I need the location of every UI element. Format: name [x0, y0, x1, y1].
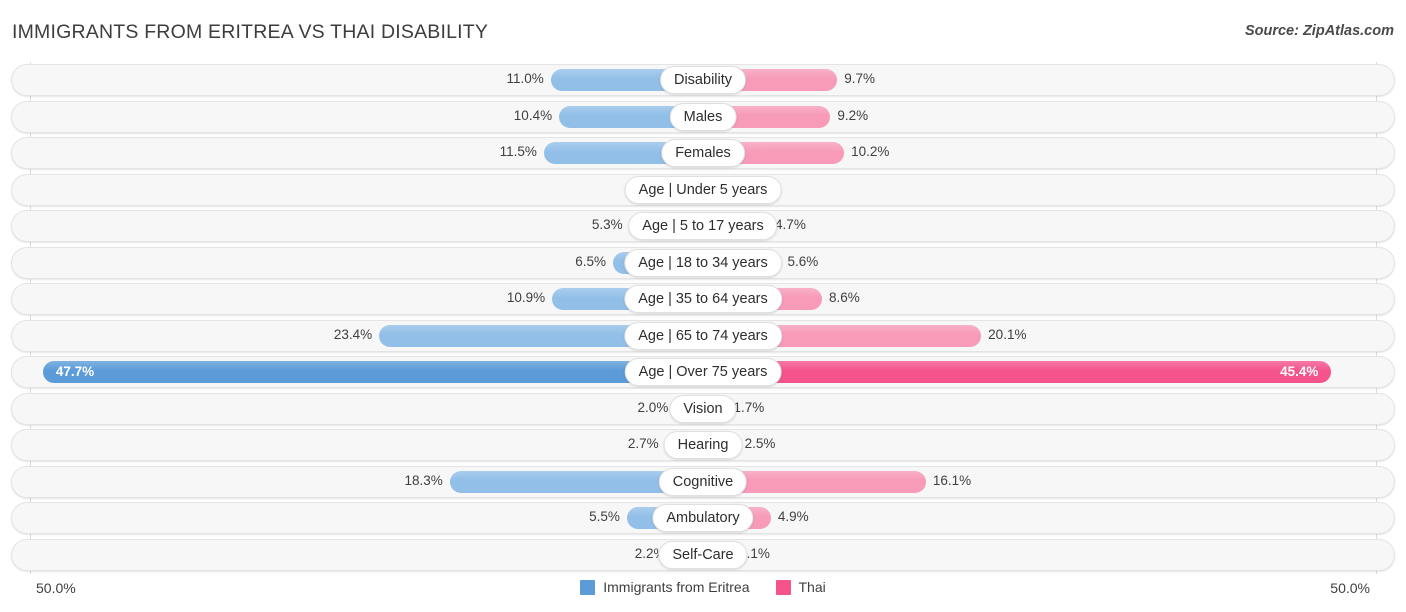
value-label-left: 47.7% [55, 364, 95, 379]
chart-row: 2.0% 1.7% Vision [0, 391, 1406, 427]
category-label-pill: Ambulatory [652, 504, 754, 532]
category-label-pill: Males [669, 102, 737, 131]
value-label-right: 16.1% [932, 472, 972, 488]
value-label-right: 20.1% [988, 326, 1027, 342]
bar-sheen [703, 361, 1332, 371]
value-label-left: 23.4% [333, 326, 373, 342]
value-label-left: 10.4% [513, 107, 553, 123]
value-label-left: 11.0% [506, 71, 544, 86]
value-label-right: 8.6% [829, 290, 860, 305]
chart-footer: 50.0% 50.0% Immigrants from Eritrea Thai [0, 574, 1406, 612]
chart-row: 2.2% 2.1% Self-Care [0, 537, 1406, 573]
value-label-left: 10.9% [506, 290, 546, 305]
legend-label: Immigrants from Eritrea [603, 579, 750, 595]
category-label-pill: Disability [659, 66, 747, 94]
chart-legend: Immigrants from Eritrea Thai [0, 579, 1406, 595]
bar-sheen [42, 361, 703, 371]
legend-swatch-icon [775, 579, 791, 595]
category-label-pill: Age | 18 to 34 years [624, 248, 782, 277]
bar-left-eritrea [42, 361, 703, 383]
legend-item[interactable]: Thai [775, 579, 826, 595]
chart-row: 11.5% 10.2% Females [0, 135, 1406, 171]
chart-row: 2.7% 2.5% Hearing [0, 427, 1406, 463]
value-label-right: 5.6% [787, 253, 819, 269]
value-label-left: 11.5% [499, 144, 537, 159]
category-label-pill: Cognitive [658, 467, 748, 496]
category-label-pill: Vision [669, 394, 737, 423]
category-label-pill: Females [661, 139, 745, 167]
chart-rows: 11.0% 9.7% Disability 10.4% 9.2% Males 11.5% 10… [0, 62, 1406, 573]
category-label-pill: Age | 65 to 74 years [624, 321, 782, 350]
value-label-right: 45.4% [1280, 364, 1319, 379]
chart-row: 18.3% 16.1% Cognitive [0, 464, 1406, 500]
chart-row: 5.5% 4.9% Ambulatory [0, 500, 1406, 536]
value-label-right: 9.2% [837, 107, 869, 123]
chart-row: 47.7% 45.4% Age | Over 75 years [0, 354, 1406, 390]
chart-row: 10.9% 8.6% Age | 35 to 64 years [0, 281, 1406, 317]
legend-item[interactable]: Immigrants from Eritrea [580, 579, 750, 595]
value-label-right: 4.7% [775, 217, 806, 232]
category-label-pill: Age | Over 75 years [624, 358, 782, 386]
category-label-pill: Age | 35 to 64 years [624, 285, 782, 313]
chart-plot-area: 11.0% 9.7% Disability 10.4% 9.2% Males 11.5% 10… [0, 62, 1406, 574]
chart-header: IMMIGRANTS FROM ERITREA VS THAI DISABILI… [0, 0, 1406, 60]
value-label-left: 18.3% [404, 472, 443, 488]
value-label-right: 10.2% [851, 144, 890, 159]
value-label-left: 2.7% [627, 436, 659, 451]
value-label-left: 5.3% [591, 217, 623, 232]
value-label-left: 2.0% [637, 399, 669, 415]
chart-row: 5.3% 4.7% Age | 5 to 17 years [0, 208, 1406, 244]
chart-row: 23.4% 20.1% Age | 65 to 74 years [0, 318, 1406, 354]
legend-label: Thai [798, 579, 826, 595]
chart-row: 1.2%1.1%Age | Under 5 years [0, 172, 1406, 208]
page-title: IMMIGRANTS FROM ERITREA VS THAI DISABILI… [12, 21, 489, 43]
value-label-right: 1.7% [733, 399, 765, 415]
value-label-right: 2.5% [744, 436, 776, 451]
value-label-right: 4.9% [777, 509, 809, 524]
bar-right-thai [703, 361, 1332, 383]
source-attribution: Source: ZipAtlas.com [1244, 23, 1394, 39]
value-label-left: 5.5% [589, 509, 620, 524]
category-label-pill: Self-Care [658, 540, 748, 569]
category-label-pill: Age | Under 5 years [624, 175, 782, 204]
value-label-left: 6.5% [575, 253, 607, 269]
value-label-right: 9.7% [844, 71, 876, 86]
category-label-pill: Age | 5 to 17 years [628, 212, 778, 240]
chart-row: 6.5% 5.6% Age | 18 to 34 years [0, 245, 1406, 281]
chart-row: 11.0% 9.7% Disability [0, 62, 1406, 98]
chart-row: 10.4% 9.2% Males [0, 99, 1406, 135]
category-label-pill: Hearing [663, 431, 743, 459]
legend-swatch-icon [580, 579, 596, 595]
